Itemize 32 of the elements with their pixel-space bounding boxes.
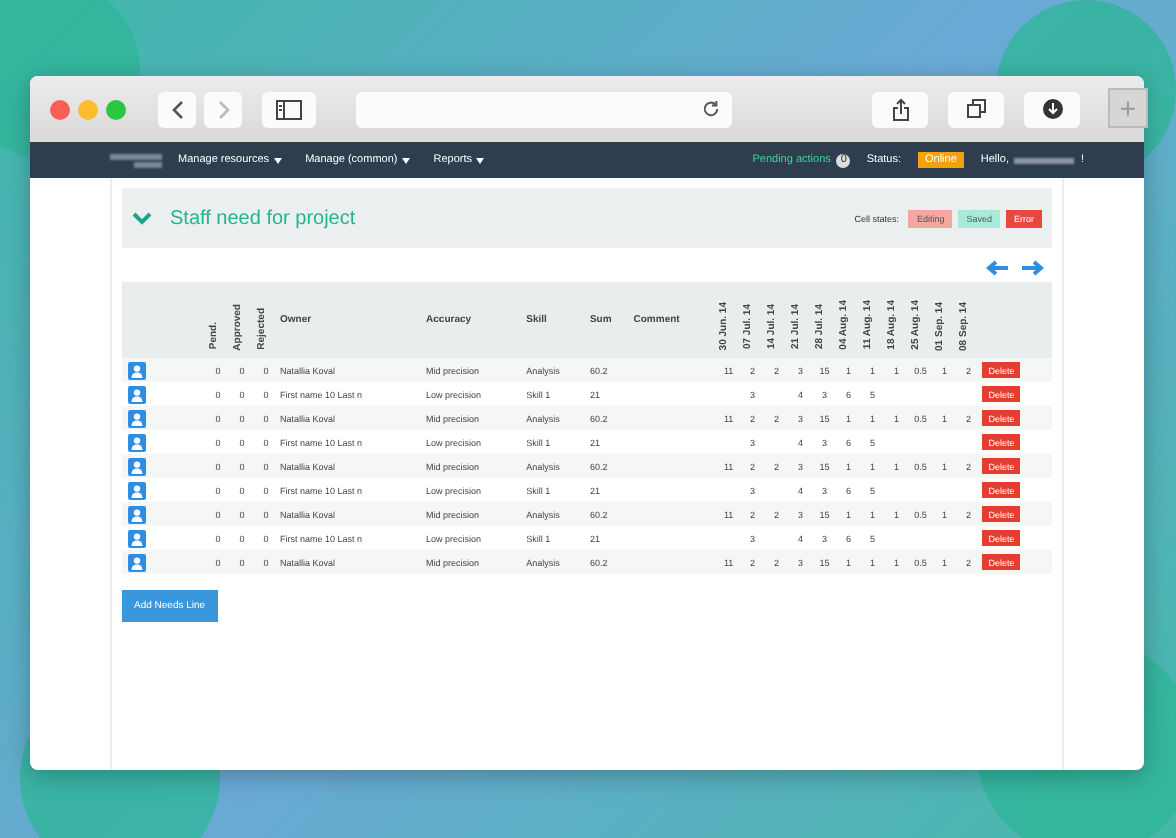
person-icon[interactable] <box>128 385 146 403</box>
close-icon[interactable] <box>50 99 70 119</box>
tabs-button[interactable] <box>948 91 1004 127</box>
person-icon[interactable] <box>128 553 146 571</box>
person-icon[interactable] <box>128 529 146 547</box>
maximize-icon[interactable] <box>106 99 126 119</box>
person-icon[interactable] <box>128 505 146 523</box>
redacted-username <box>1014 157 1075 163</box>
person-icon[interactable] <box>128 361 146 379</box>
person-icon[interactable] <box>128 409 146 427</box>
caret-icon <box>273 157 282 163</box>
sidebar-icon <box>276 99 302 119</box>
person-icon[interactable] <box>128 481 146 499</box>
download-button[interactable] <box>1024 91 1080 127</box>
panel-title: Staff need for project <box>170 207 356 229</box>
chevron-left-icon <box>169 99 185 119</box>
person-icon[interactable] <box>128 457 146 475</box>
chevron-icon[interactable] <box>132 211 152 225</box>
back-button[interactable] <box>158 91 196 127</box>
sidebar-button[interactable] <box>262 91 316 127</box>
reload-icon[interactable] <box>702 100 720 118</box>
download-icon <box>1041 98 1063 120</box>
caret-icon <box>401 157 410 163</box>
arrow-left-icon[interactable] <box>986 260 1010 276</box>
redacted-logo <box>110 153 162 167</box>
share-button[interactable] <box>872 91 928 127</box>
arrow-right-icon[interactable] <box>1020 260 1044 276</box>
chevron-right-icon <box>215 99 231 119</box>
person-icon[interactable] <box>128 433 146 451</box>
caret-icon <box>476 157 484 163</box>
tabs-icon <box>965 98 987 120</box>
share-icon <box>891 97 909 121</box>
